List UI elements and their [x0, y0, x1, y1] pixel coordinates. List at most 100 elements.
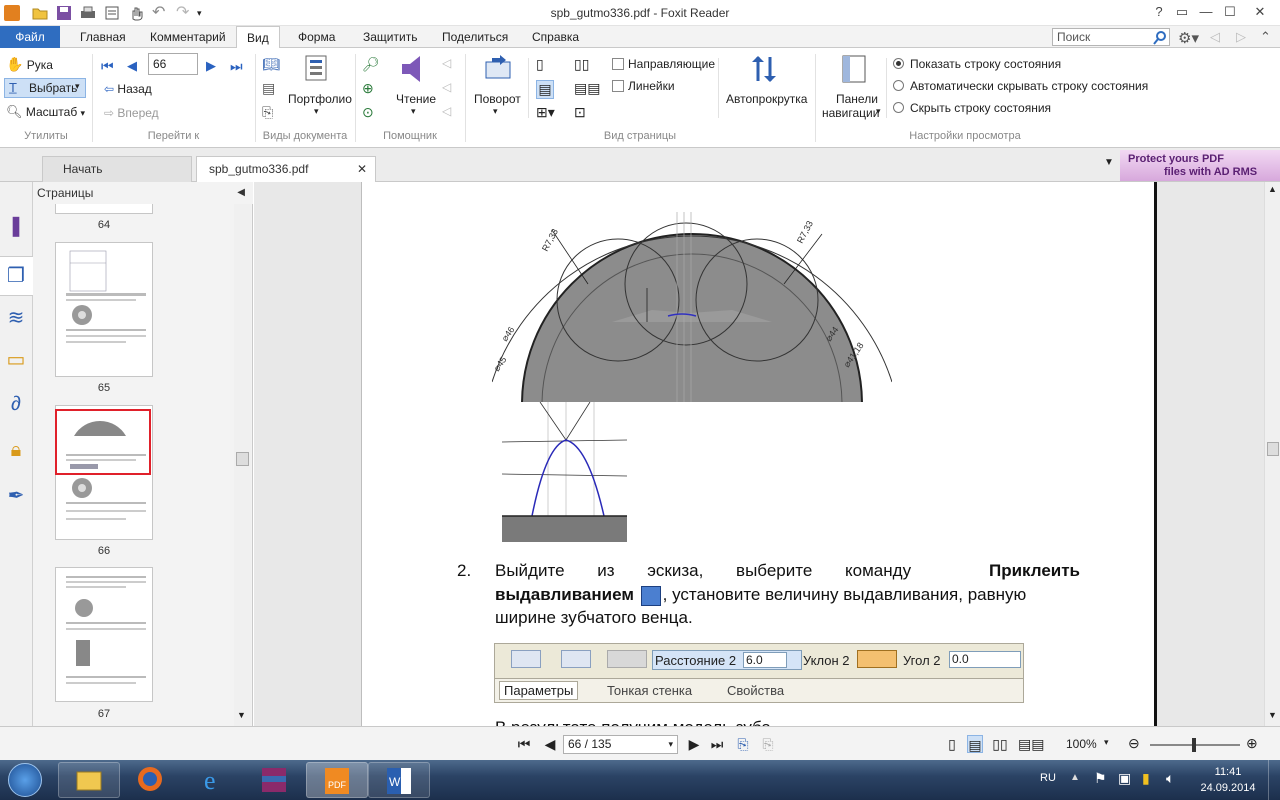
back-button[interactable]: ⇦ Назад	[104, 82, 152, 96]
continuous-view-icon[interactable]: ▤	[967, 735, 983, 753]
rotate-dropdown-icon[interactable]: ▾	[493, 106, 498, 117]
thumbnail-page[interactable]	[55, 204, 153, 214]
close-tab-icon[interactable]: ✕	[357, 157, 367, 181]
autohide-statusbar-radio[interactable]	[893, 80, 904, 91]
continuous-page-icon[interactable]: ▤	[536, 80, 554, 99]
collapse-ribbon-icon[interactable]: ⌃	[1260, 29, 1271, 45]
book-view-icon[interactable]: 📖︎	[262, 56, 280, 73]
nav-panels-label-1[interactable]: Панели	[836, 92, 878, 106]
first-page-icon[interactable]: ⏮	[516, 735, 532, 753]
minimize-button[interactable]: —	[1196, 3, 1216, 21]
maximize-button[interactable]: ☐	[1220, 3, 1240, 21]
clock-date[interactable]: 24.09.2014	[1196, 782, 1260, 794]
network-icon[interactable]: ▣	[1118, 770, 1131, 787]
thumbnail-viewport-indicator[interactable]	[55, 409, 151, 475]
facing-pages-icon[interactable]: ▯▯	[574, 56, 589, 73]
signal-strength-icon[interactable]: ▮	[1142, 770, 1150, 787]
single-page-icon[interactable]: ▯	[536, 56, 544, 73]
zoom-out-icon[interactable]: ⊖	[1128, 735, 1140, 752]
foxit-taskbar-button[interactable]: PDF	[306, 762, 368, 798]
text-view-icon[interactable]: ▤	[262, 80, 275, 97]
zoom-tool-button[interactable]: 🔍︎ Масштаб ▾	[6, 104, 85, 120]
continuous-facing-view-icon[interactable]: ▤▤	[1018, 735, 1044, 753]
scroll-down-icon[interactable]: ▼	[237, 710, 246, 720]
help-button[interactable]: ?	[1149, 3, 1169, 21]
comments-icon[interactable]: ▭	[4, 348, 28, 372]
select-tool-button[interactable]: T̲ Выбрать ▾	[4, 78, 86, 98]
tabs-dropdown-icon[interactable]: ▼	[1104, 157, 1114, 168]
tab-help[interactable]: Справка	[522, 26, 589, 48]
forward-button[interactable]: ⇨ Вперед	[104, 106, 159, 120]
winrar-taskbar-button[interactable]	[244, 762, 306, 798]
word-taskbar-button[interactable]: W	[368, 762, 430, 798]
facing-view-icon[interactable]: ▯▯	[992, 735, 1008, 753]
continuous-facing-icon[interactable]: ▤▤	[574, 80, 600, 97]
guides-checkbox[interactable]	[612, 58, 624, 70]
next-nav-icon[interactable]: ▷	[1236, 29, 1246, 45]
explorer-taskbar-button[interactable]	[58, 762, 120, 798]
pages-scroll-thumb[interactable]	[236, 452, 249, 466]
hide-statusbar-radio[interactable]	[893, 102, 904, 113]
first-page-icon[interactable]: ⏮	[101, 58, 114, 75]
last-page-icon[interactable]: ⏭	[230, 58, 243, 75]
restore-ribbon-button[interactable]: ▭	[1172, 3, 1192, 21]
nav-panels-label-2[interactable]: навигации	[822, 106, 879, 120]
scroll-up-icon[interactable]: ▲	[1268, 184, 1277, 194]
close-button[interactable]: ✕	[1250, 3, 1270, 21]
promo-banner[interactable]: Protect yours PDF files with AD RMS	[1120, 150, 1280, 181]
prev-page-icon[interactable]: ◀	[542, 735, 558, 753]
zoom-magnifier-icon[interactable]: 🔎︎	[362, 56, 380, 73]
tab-view[interactable]: Вид	[236, 26, 280, 49]
thumbnail-page[interactable]	[55, 567, 153, 702]
rulers-checkbox[interactable]	[612, 80, 624, 92]
zoom-dropdown-icon[interactable]: ▾	[1104, 737, 1109, 748]
tab-form[interactable]: Форма	[288, 26, 345, 48]
start-button[interactable]	[8, 763, 42, 797]
clock-time[interactable]: 11:41	[1196, 766, 1260, 778]
layers-icon[interactable]: ≋	[4, 306, 28, 330]
signatures-icon[interactable]: ✒	[4, 484, 28, 508]
next-page-icon[interactable]: ▶	[206, 58, 216, 74]
next-view-icon[interactable]: ⎘	[760, 735, 776, 753]
reflow-view-icon[interactable]: ⎘	[262, 104, 273, 121]
settings-gear-icon[interactable]: ⚙▾	[1178, 29, 1199, 47]
last-page-icon[interactable]: ⏭	[709, 735, 725, 753]
firefox-taskbar-button[interactable]	[120, 762, 182, 798]
tab-protect[interactable]: Защитить	[353, 26, 427, 48]
portfolio-button[interactable]: Портфолио	[288, 92, 352, 106]
prev-nav-icon[interactable]: ◁	[1210, 29, 1220, 45]
reading-dropdown-icon[interactable]: ▾	[411, 106, 416, 117]
action-center-icon[interactable]: ⚑	[1094, 770, 1107, 787]
security-lock-icon[interactable]: 🔒︎	[4, 438, 28, 462]
read-pause-icon[interactable]: ◁	[442, 80, 451, 94]
show-desktop-button[interactable]	[1268, 760, 1280, 800]
pages-panel-scrollbar[interactable]: ▼	[234, 204, 251, 726]
language-indicator[interactable]: RU	[1040, 772, 1056, 784]
reading-button[interactable]: Чтение	[396, 92, 436, 106]
internet-explorer-taskbar-button[interactable]: e	[182, 762, 244, 798]
tab-start[interactable]: Начать	[42, 156, 192, 182]
portfolio-dropdown-icon[interactable]: ▾	[314, 106, 319, 117]
rotate-button[interactable]: Поворот	[474, 92, 521, 106]
pages-thumbnails-icon[interactable]: ❐	[4, 264, 28, 288]
document-vertical-scrollbar[interactable]: ▲ ▼	[1264, 182, 1280, 726]
tab-file[interactable]: Файл	[0, 26, 60, 48]
autoscroll-button[interactable]: Автопрокрутка	[726, 92, 807, 106]
page-number-input[interactable]: 66	[148, 53, 198, 75]
volume-icon[interactable]: 🔈︎	[1166, 770, 1174, 787]
attachments-icon[interactable]: ∂	[4, 392, 28, 416]
nav-panels-dropdown-icon[interactable]: ▾	[876, 106, 881, 117]
tab-document[interactable]: spb_gutmo336.pdf ✕	[196, 156, 376, 182]
next-page-icon[interactable]: ▶	[686, 735, 702, 753]
zoom-level[interactable]: 100%	[1066, 737, 1097, 751]
show-hidden-icons[interactable]: ▲	[1070, 772, 1080, 783]
loupe-icon[interactable]: ⊕	[362, 80, 374, 97]
cover-page-icon[interactable]: ⊡	[574, 104, 586, 121]
pan-zoom-icon[interactable]: ⊙	[362, 104, 374, 121]
tab-home[interactable]: Главная	[70, 26, 136, 48]
scroll-down-icon[interactable]: ▼	[1268, 710, 1277, 720]
tab-comment[interactable]: Комментарий	[140, 26, 236, 48]
show-statusbar-radio[interactable]	[893, 58, 904, 69]
prev-page-icon[interactable]: ◀	[127, 58, 137, 74]
thumbnail-page[interactable]	[55, 242, 153, 377]
